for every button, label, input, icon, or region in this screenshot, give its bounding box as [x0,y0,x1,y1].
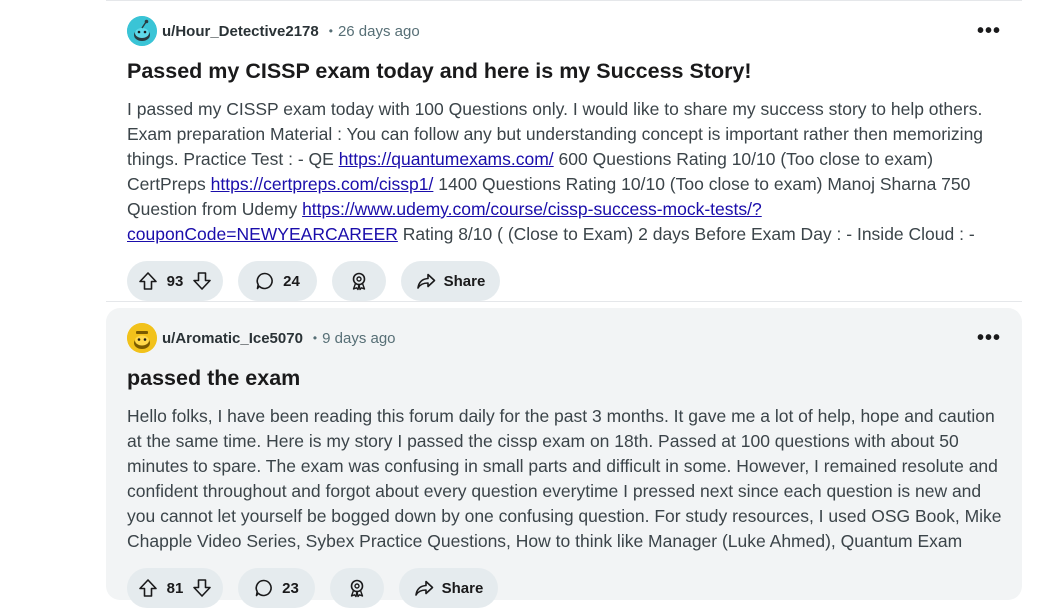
post-actions: 93 24 Share [127,261,1001,301]
avatar[interactable] [127,323,157,353]
share-icon [416,271,436,291]
award-icon [349,271,369,291]
post-card[interactable]: u/Hour_Detective2178 • 26 days ago ••• P… [106,1,1022,301]
post-author[interactable]: u/Hour_Detective2178 [162,23,319,40]
downvote-icon[interactable] [192,271,212,291]
post-author[interactable]: u/Aromatic_Ice5070 [162,330,303,347]
post-meta: u/Hour_Detective2178 • 26 days ago [127,15,1001,47]
vote-count: 81 [166,579,184,597]
snoo-avatar-icon [127,16,157,46]
share-label: Share [441,579,484,597]
post-body-text: Hello folks, I have been reading this fo… [127,406,1002,551]
award-icon [347,578,367,598]
snoo-avatar-icon [127,323,157,353]
post-meta: u/Aromatic_Ice5070 • 9 days ago [127,322,1001,354]
upvote-icon[interactable] [138,578,158,598]
divider [106,301,1022,302]
meta-separator: • [312,331,318,345]
vote-count: 93 [166,272,184,290]
post-time: 9 days ago [322,329,396,347]
post-link-udemy[interactable]: https://www.udemy.com/course/cissp-succe… [302,199,762,219]
award-button[interactable] [330,568,384,608]
share-button[interactable]: Share [401,261,500,301]
post-link-quantumexams[interactable]: https://quantumexams.com/ [339,149,554,169]
comment-icon [254,578,274,598]
post-time: 26 days ago [337,22,420,40]
award-button[interactable] [332,261,386,301]
vote-pill: 93 [127,261,223,301]
post-feed: u/Hour_Detective2178 • 26 days ago ••• P… [106,0,1022,608]
comment-count: 24 [283,272,300,290]
comment-count: 23 [282,579,299,597]
meta-separator: • [328,24,333,38]
vote-pill: 81 [127,568,223,608]
share-label: Share [443,272,486,290]
comments-button[interactable]: 24 [238,261,317,301]
post-actions: 81 23 Share [127,568,1001,608]
comments-button[interactable]: 23 [238,568,315,608]
post-card[interactable]: u/Aromatic_Ice5070 • 9 days ago ••• pass… [106,308,1022,608]
post-title[interactable]: Passed my CISSP exam today and here is m… [127,57,1001,85]
post-body[interactable]: Hello folks, I have been reading this fo… [127,404,1007,554]
avatar[interactable] [127,16,157,46]
post-link-certpreps[interactable]: https://certpreps.com/cissp1/ [211,174,434,194]
post-body[interactable]: I passed my CISSP exam today with 100 Qu… [127,97,1007,247]
share-icon [414,578,434,598]
post-title[interactable]: passed the exam [127,364,1001,392]
post-link-udemy-coupon[interactable]: couponCode=NEWYEARCAREER [127,224,398,244]
share-button[interactable]: Share [399,568,498,608]
more-options-icon[interactable]: ••• [974,19,1004,43]
downvote-icon[interactable] [192,578,212,598]
upvote-icon[interactable] [138,271,158,291]
comment-icon [255,271,275,291]
more-options-icon[interactable]: ••• [974,326,1004,350]
